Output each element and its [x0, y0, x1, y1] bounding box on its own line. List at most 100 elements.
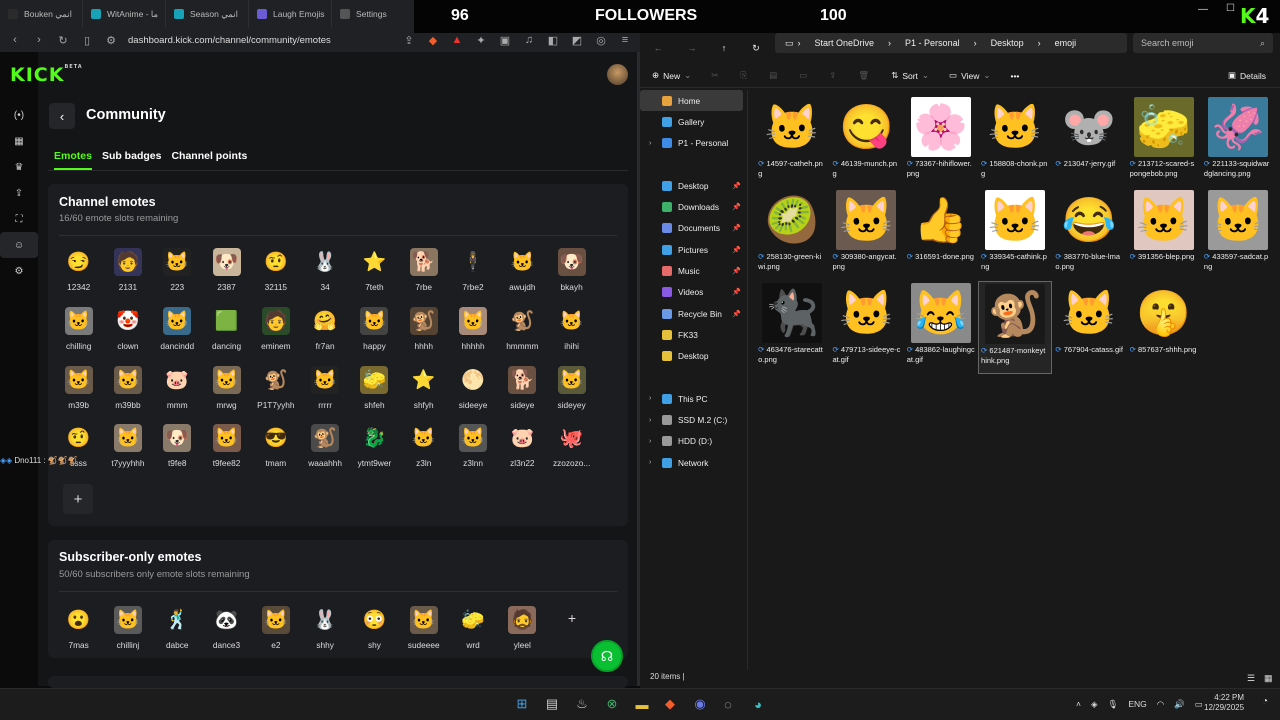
emote-item[interactable]: 🐉 ytmt9wer — [350, 420, 399, 479]
nav-item[interactable]: Music 📌 — [640, 260, 747, 281]
breadcrumb[interactable]: ▭ › Start OneDrive › P1 - Personal › Des… — [775, 33, 1127, 53]
chevron-right-icon[interactable]: › — [649, 459, 651, 466]
folder-icon[interactable]: ▬ — [632, 694, 652, 714]
emote-item[interactable]: 🐶 bkayh — [547, 244, 596, 303]
browser-tab[interactable]: Laugh Emojis — [249, 0, 332, 28]
browser-tab[interactable]: Bouken انمي — [0, 0, 83, 28]
emote-item[interactable]: 🐱 sideyey — [547, 362, 596, 421]
emote-item[interactable]: 😎 tmam — [251, 420, 300, 479]
forward-icon[interactable]: → — [676, 43, 708, 53]
delete-icon[interactable]: 🗑 — [858, 70, 869, 81]
breadcrumb-item[interactable]: Start OneDrive — [815, 38, 875, 48]
emote-item[interactable]: 🐷 mmm — [153, 362, 202, 421]
add-sub-emote-button[interactable]: + — [560, 606, 584, 630]
url-field[interactable]: dashboard.kick.com/channel/community/emo… — [126, 30, 394, 50]
nav-item[interactable]: › P1 - Personal — [640, 133, 747, 154]
file-item[interactable]: 🐒 ⟳ 621487-monkeythink.png — [977, 281, 1053, 374]
emote-item[interactable]: 🐱 z3ln — [399, 420, 448, 479]
nav-item[interactable]: Desktop — [640, 346, 747, 367]
emote-item[interactable]: 🐱 e2 — [251, 602, 300, 661]
file-item[interactable]: 🦑 ⟳ 221133-squidwardglancing.png — [1201, 95, 1275, 188]
nav-item[interactable]: Documents 📌 — [640, 218, 747, 239]
emote-item[interactable]: 🐱 chilling — [54, 303, 103, 362]
new-button[interactable]: ⊕ New ⌄ — [652, 70, 691, 81]
emote-item[interactable]: 🕴 7rbe2 — [448, 244, 497, 303]
forward-icon[interactable]: › — [30, 34, 48, 46]
browser-tab[interactable]: WitAnime - ما — [83, 0, 166, 28]
bookmark-icon[interactable]: ▯ — [78, 34, 96, 47]
language-indicator[interactable]: ENG — [1128, 699, 1146, 709]
file-item[interactable]: 🤫 ⟳ 857637-shhh.png — [1126, 281, 1200, 374]
nav-item[interactable]: Gallery — [640, 111, 747, 132]
nav-item[interactable]: › This PC — [640, 388, 747, 409]
community-icon[interactable]: ☺ — [0, 232, 38, 258]
view-button[interactable]: ▭ View ⌄ — [949, 70, 990, 81]
tab-channel-points[interactable]: Channel points — [171, 150, 247, 170]
obs-icon[interactable]: ◌ — [718, 694, 738, 714]
file-item[interactable]: 🌸 ⟳ 73367-hihiflower.png — [904, 95, 978, 188]
file-item[interactable]: 🐈‍⬛ ⟳ 463476-starecatto.png — [755, 281, 829, 374]
emote-item[interactable]: ⭐ 7teth — [350, 244, 399, 303]
rewards-icon[interactable]: ▲ — [448, 34, 466, 46]
menu-icon[interactable]: ≡ — [616, 34, 634, 46]
emote-item[interactable]: 🌕 sideeye — [448, 362, 497, 421]
file-item[interactable]: 🥝 ⟳ 258130-green-kiwi.png — [755, 188, 829, 281]
browser-tab[interactable]: Season انمي — [166, 0, 249, 28]
nav-item[interactable]: Recycle Bin 📌 — [640, 303, 747, 324]
emote-item[interactable]: 🤡 clown — [103, 303, 152, 362]
file-item[interactable]: 🐭 ⟳ 213047-jerry.gif — [1052, 95, 1126, 188]
emote-item[interactable]: 🐙 zzozozo... — [547, 420, 596, 479]
file-item[interactable]: 🐱 ⟳ 433597-sadcat.png — [1201, 188, 1275, 281]
file-item[interactable]: 😋 ⟳ 46139-munch.png — [829, 95, 903, 188]
widgets-icon[interactable]: ▤ — [542, 694, 562, 714]
nav-item[interactable]: › SSD M.2 (C:) — [640, 409, 747, 430]
emote-item[interactable]: 🐒 hhhh — [399, 303, 448, 362]
up-icon[interactable]: ↑ — [708, 43, 740, 53]
emote-item[interactable]: 🟩 dancing — [202, 303, 251, 362]
emote-item[interactable]: 🐶 t9fe8 — [153, 420, 202, 479]
more-icon[interactable]: ••• — [1010, 71, 1019, 81]
kick-logo[interactable]: KICKBETA — [10, 64, 83, 86]
emote-item[interactable]: 🐱 z3lnn — [448, 420, 497, 479]
chevron-up-icon[interactable]: ˄ — [1076, 699, 1081, 709]
sidebar-toggle-icon[interactable]: ◧ — [544, 34, 562, 47]
file-item[interactable]: 🐱 ⟳ 158808-chonk.png — [978, 95, 1052, 188]
file-item[interactable]: 😂 ⟳ 383770-blue-lmao.png — [1052, 188, 1126, 281]
emote-item[interactable]: 🐷 zl3n22 — [498, 420, 547, 479]
emote-item[interactable]: 🐱 mrwg — [202, 362, 251, 421]
wifi-icon[interactable]: ◠ — [1157, 699, 1164, 710]
emote-item[interactable]: 🐱 hhhhh — [448, 303, 497, 362]
emote-item[interactable]: 🐱 223 — [153, 244, 202, 303]
sort-button[interactable]: ⇅ Sort ⌄ — [891, 70, 929, 81]
emote-item[interactable]: 🐱 sudeeee — [399, 602, 448, 661]
chevron-right-icon[interactable]: › — [649, 395, 651, 402]
emote-item[interactable]: 🐱 dancindd — [153, 303, 202, 362]
notification-icon[interactable]: ◔ — [1262, 696, 1268, 707]
start-icon[interactable]: ⊞ — [512, 694, 532, 714]
refresh-icon[interactable]: ↻ — [740, 43, 772, 54]
emote-item[interactable]: 🐰 34 — [300, 244, 349, 303]
site-settings-icon[interactable]: ⚙ — [102, 34, 120, 47]
emote-item[interactable]: 🐕 7rbe — [399, 244, 448, 303]
emote-item[interactable]: 🐼 dance3 — [202, 602, 251, 661]
brave-icon[interactable]: ◆ — [660, 694, 680, 714]
tab-emotes[interactable]: Emotes — [54, 150, 92, 170]
network-tray-icon[interactable]: ◈ — [1091, 699, 1098, 710]
emote-item[interactable]: 🐱 rrrrr — [300, 362, 349, 421]
chevron-right-icon[interactable]: › — [649, 140, 651, 147]
volume-icon[interactable]: 🔊 — [1174, 699, 1185, 710]
emote-item[interactable]: 😳 shy — [350, 602, 399, 661]
file-item[interactable]: 🐱 ⟳ 14597-catheh.png — [755, 95, 829, 188]
chevron-right-icon[interactable]: › — [649, 438, 651, 445]
emote-item[interactable]: 🐱 m39b — [54, 362, 103, 421]
discord-icon[interactable]: ◉ — [690, 694, 710, 714]
emote-item[interactable]: 🐶 2387 — [202, 244, 251, 303]
avatar[interactable] — [607, 64, 628, 85]
nav-item[interactable]: › Network — [640, 452, 747, 473]
file-item[interactable]: 👍 ⟳ 316591-done.png — [904, 188, 978, 281]
file-item[interactable]: 🐱 ⟳ 391356-blep.png — [1126, 188, 1200, 281]
breadcrumb-item[interactable]: P1 - Personal — [905, 38, 960, 48]
emote-item[interactable]: 🧑 eminem — [251, 303, 300, 362]
emote-item[interactable]: 😏 12342 — [54, 244, 103, 303]
nav-item[interactable]: › HDD (D:) — [640, 431, 747, 452]
